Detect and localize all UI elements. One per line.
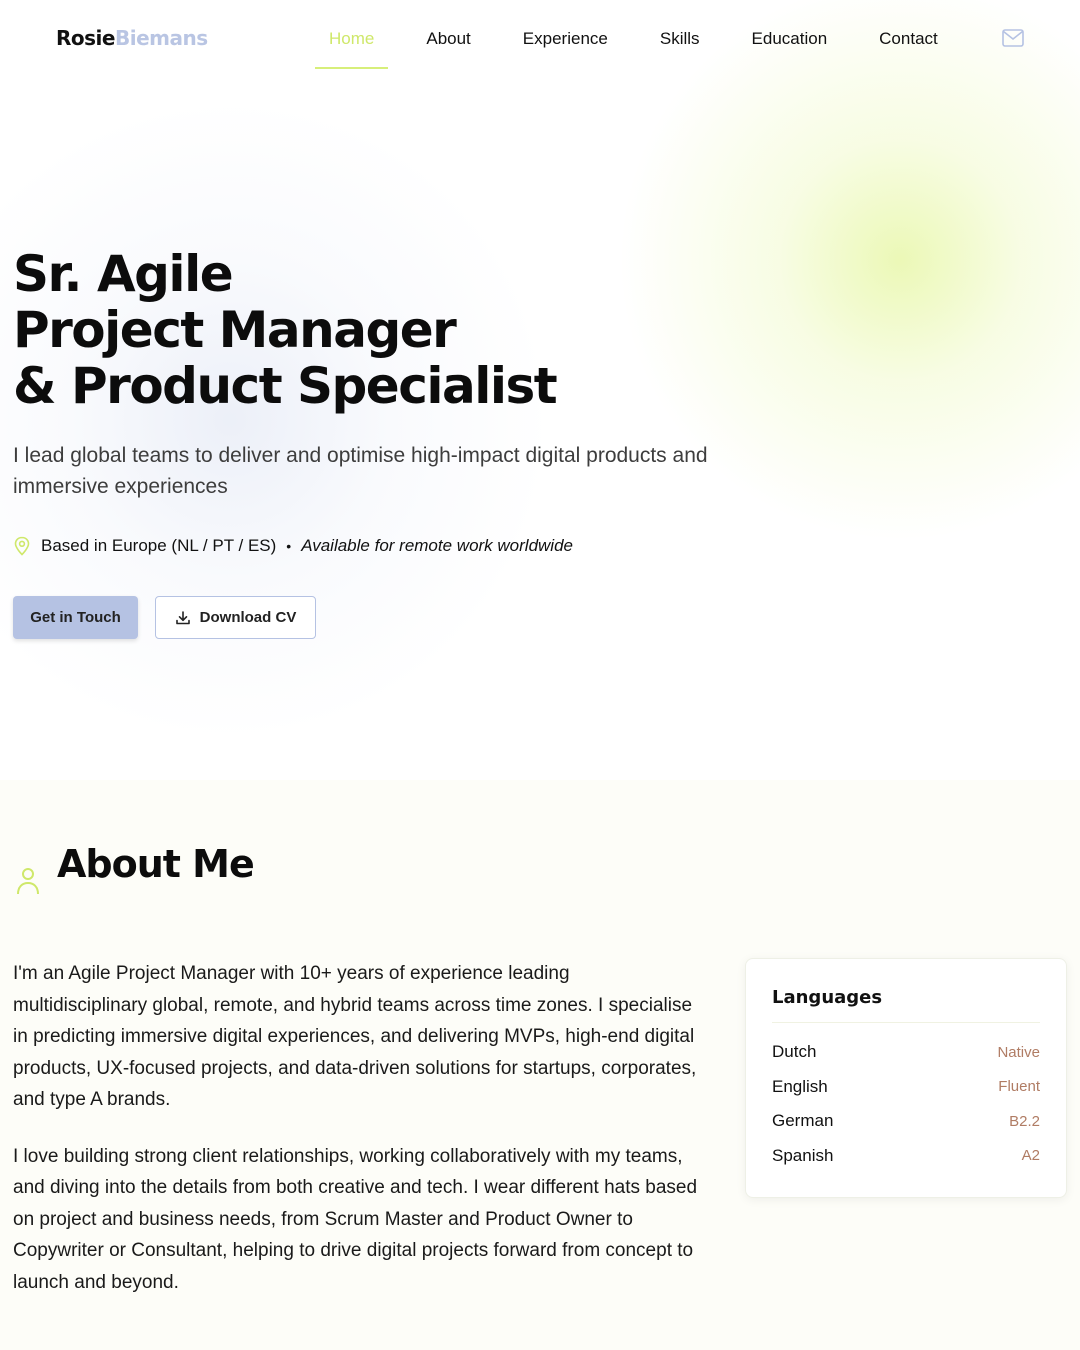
nav-link-contact[interactable]: Contact bbox=[865, 9, 952, 69]
nav-links: Home About Experience Skills Education C… bbox=[315, 0, 976, 78]
language-name: German bbox=[772, 1111, 834, 1131]
hero-subtitle: I lead global teams to deliver and optim… bbox=[13, 444, 708, 498]
download-cv-label: Download CV bbox=[199, 609, 297, 626]
language-row: Spanish A2 bbox=[772, 1139, 1040, 1174]
location-pin-icon bbox=[14, 536, 30, 556]
top-navigation: RosieBiemans Home About Experience Skill… bbox=[0, 0, 1080, 78]
language-row: English Fluent bbox=[772, 1070, 1040, 1105]
about-text: I'm an Agile Project Manager with 10+ ye… bbox=[13, 958, 703, 1323]
download-cv-button[interactable]: Download CV bbox=[155, 596, 316, 639]
language-level: B2.2 bbox=[1009, 1112, 1040, 1130]
hero-section: Sr. Agile Project Manager & Product Spec… bbox=[13, 245, 558, 415]
nav-link-experience[interactable]: Experience bbox=[509, 9, 622, 69]
mail-icon[interactable] bbox=[1002, 29, 1024, 47]
language-row: German B2.2 bbox=[772, 1104, 1040, 1139]
about-title: About Me bbox=[57, 842, 255, 886]
about-paragraph: I love building strong client relationsh… bbox=[13, 1145, 698, 1293]
logo-last-name: Biemans bbox=[114, 26, 208, 50]
languages-card: Languages Dutch Native English Fluent Ge… bbox=[745, 958, 1067, 1198]
hero-title-line: Project Manager bbox=[13, 301, 457, 359]
location-text: Based in Europe (NL / PT / ES) bbox=[41, 536, 277, 555]
language-name: Spanish bbox=[772, 1145, 834, 1165]
hero-title-line: & Product Specialist bbox=[13, 357, 558, 415]
location-row: Based in Europe (NL / PT / ES) • Availab… bbox=[13, 536, 573, 556]
logo-first-name: Rosie bbox=[56, 26, 115, 50]
language-level: Native bbox=[997, 1043, 1040, 1061]
language-name: Dutch bbox=[772, 1042, 817, 1062]
nav-link-home[interactable]: Home bbox=[315, 9, 389, 69]
language-row: Dutch Native bbox=[772, 1035, 1040, 1070]
user-icon bbox=[17, 868, 39, 895]
nav-link-skills[interactable]: Skills bbox=[646, 9, 714, 69]
nav-link-education[interactable]: Education bbox=[738, 9, 842, 69]
nav-link-about[interactable]: About bbox=[412, 9, 484, 69]
hero-title-line: Sr. Agile bbox=[13, 245, 234, 303]
languages-title: Languages bbox=[772, 987, 1040, 1023]
about-heading: About Me bbox=[15, 842, 255, 896]
language-name: English bbox=[772, 1076, 828, 1096]
get-in-touch-button[interactable]: Get in Touch bbox=[13, 596, 138, 639]
download-icon bbox=[175, 610, 190, 624]
hero-title: Sr. Agile Project Manager & Product Spec… bbox=[13, 245, 558, 415]
language-level: A2 bbox=[1021, 1147, 1040, 1165]
separator-dot: • bbox=[286, 538, 292, 554]
language-level: Fluent bbox=[998, 1078, 1040, 1096]
about-paragraph: I'm an Agile Project Manager with 10+ ye… bbox=[13, 963, 697, 1110]
availability-text: Available for remote work worldwide bbox=[301, 536, 573, 555]
site-logo[interactable]: RosieBiemans bbox=[56, 26, 208, 50]
